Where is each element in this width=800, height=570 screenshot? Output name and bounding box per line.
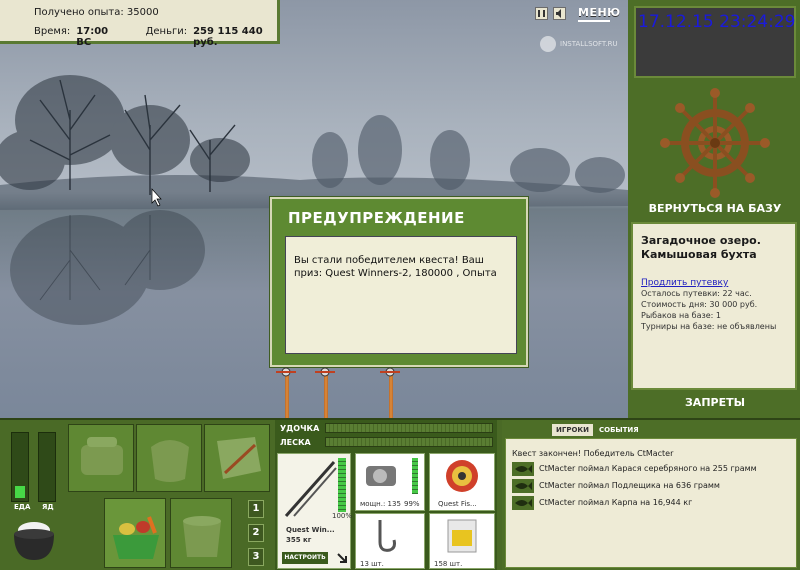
line-tension-label: ЛЕСКА [280,438,311,447]
poison-label: ЯД [42,503,54,511]
time-value: 17:00 ВС [76,26,109,48]
line-tension-gauge [325,437,493,447]
food-meter-fill [15,486,25,498]
rod-tile[interactable]: 100% Quest Win... 355 кг НАСТРОИТЬ [277,453,353,569]
rod-weight: 355 кг [286,536,312,544]
time-label: Время: [34,26,71,37]
cooking-pot-icon[interactable] [8,516,60,564]
experience-text: Получено опыта: 35000 [34,7,159,18]
reel-icon [380,367,400,377]
reel-icon [315,367,335,377]
tab-events[interactable]: СОБЫТИЯ [595,424,643,436]
line-tile[interactable]: Quest Fis... [429,453,495,511]
rod-name: Quest Win... [286,526,335,534]
line-name: Quest Fis... [438,500,477,508]
money-value: 259 115 440 руб. [193,26,263,48]
bucket-icon [183,516,221,557]
event-item: CtMacter поймал Карпа на 16,944 кг [539,498,693,507]
event-item: CtMacter поймал Подлещика на 636 грамм [539,481,720,490]
events-list: Квест закончен! Победитель CtMacter CtMa… [505,438,797,568]
reel-power: мощн.: 135 [360,500,401,508]
rod-stand-3[interactable] [389,370,393,418]
reel-icon [276,367,296,377]
fishers-on-base: Рыбаков на базе: 1 [641,311,721,320]
fish-icon [512,479,534,493]
rod-percent: 100% [332,512,353,520]
rod-tension-label: УДОЧКА [280,424,320,433]
permit-remaining: Осталось путевки: 22 час. [641,289,752,298]
slot-page-1-button[interactable]: 1 [248,500,264,518]
bucket-slot[interactable] [170,498,232,568]
watermark-logo-icon [540,36,556,52]
hook-icon [378,520,396,552]
tackle-panel: УДОЧКА ЛЕСКА 100% Quest Win... 355 кг НА… [275,420,497,570]
event-item: CtMacter поймал Карася серебряного на 25… [539,464,757,473]
menu-button[interactable]: МЕНЮ [578,6,621,22]
return-to-base-button[interactable]: ВЕРНУТЬСЯ НА БАЗУ [634,200,796,218]
tab-players[interactable]: ИГРОКИ [552,424,593,436]
rod-condition-bar [338,458,346,512]
food-label: ЕДА [14,503,31,511]
money-label: Деньги: [145,26,188,37]
rod-icon [284,461,337,517]
sack-icon [151,440,189,482]
right-panel: 17.12.15 23:24:29 ВЕРНУТЬСЯ НА БАЗУ Зага… [628,0,800,418]
rod-tension-gauge [325,423,493,433]
events-panel: ИГРОКИ СОБЫТИЯ Квест закончен! Победител… [502,420,800,570]
tournaments-status: Турниры на базе: не объявлены [641,322,777,331]
hook-count: 13 шт. [360,560,384,568]
clock-box: 17.12.15 23:24:29 [634,6,796,78]
lake-title: Загадочное озеро. Камышовая бухта [641,234,761,261]
fish-icon [512,462,534,476]
food-basket-slot[interactable] [104,498,166,568]
food-basket-icon [113,516,159,559]
rod-stand-2[interactable] [324,370,328,418]
warning-dialog[interactable]: ПРЕДУПРЕЖДЕНИЕ Вы стали победителем квес… [270,197,528,367]
poison-meter [38,432,56,502]
fish-icon [512,496,534,510]
reel-tile[interactable]: мощн.: 135 99% [355,453,425,511]
setup-button[interactable]: НАСТРОИТЬ [282,552,328,564]
sack-slot[interactable] [136,424,202,492]
dialog-message: Вы стали победителем квеста! Ваш приз: Q… [285,236,517,354]
event-item: Квест закончен! Победитель CtMacter [512,449,674,458]
slot-page-3-button[interactable]: 3 [248,548,264,566]
tackle-bag-icon [81,437,123,475]
clock: 17.12.15 23:24:29 [638,12,796,32]
extend-permit-link[interactable]: Продлить путевку [641,278,787,288]
arrow-icon[interactable] [336,552,348,564]
pause-icon[interactable] [535,7,548,20]
watermark-text: INSTALLSOFT.RU [560,40,618,48]
sound-icon[interactable] [553,7,566,20]
rod-stand-1[interactable] [285,370,289,418]
map-icon [217,437,261,479]
hook-tile[interactable]: 13 шт. [355,513,425,569]
slot-page-2-button[interactable]: 2 [248,524,264,542]
map-slot[interactable] [204,424,270,492]
bait-count: 158 шт. [434,560,463,568]
bag-slot[interactable] [68,424,134,492]
dialog-title: ПРЕДУПРЕЖДЕНИЕ [288,209,465,227]
line-spool-icon [446,460,478,492]
food-meter [11,432,29,502]
bans-button[interactable]: ЗАПРЕТЫ [634,396,796,412]
reel-percent: 99% [404,500,420,508]
bait-icon [447,519,477,553]
lake-info-panel: Загадочное озеро. Камышовая бухта Продли… [631,222,797,390]
day-cost: Стоимость дня: 30 000 руб. [641,300,758,309]
player-info-bar: Получено опыта: 35000 Время: 17:00 ВС Де… [0,0,280,48]
watermark: INSTALLSOFT.RU [540,36,618,52]
bait-tile[interactable]: 158 шт. [429,513,495,569]
reel-item-icon [366,466,396,486]
reel-condition-bar [412,458,418,494]
ship-wheel-icon[interactable] [634,88,796,198]
